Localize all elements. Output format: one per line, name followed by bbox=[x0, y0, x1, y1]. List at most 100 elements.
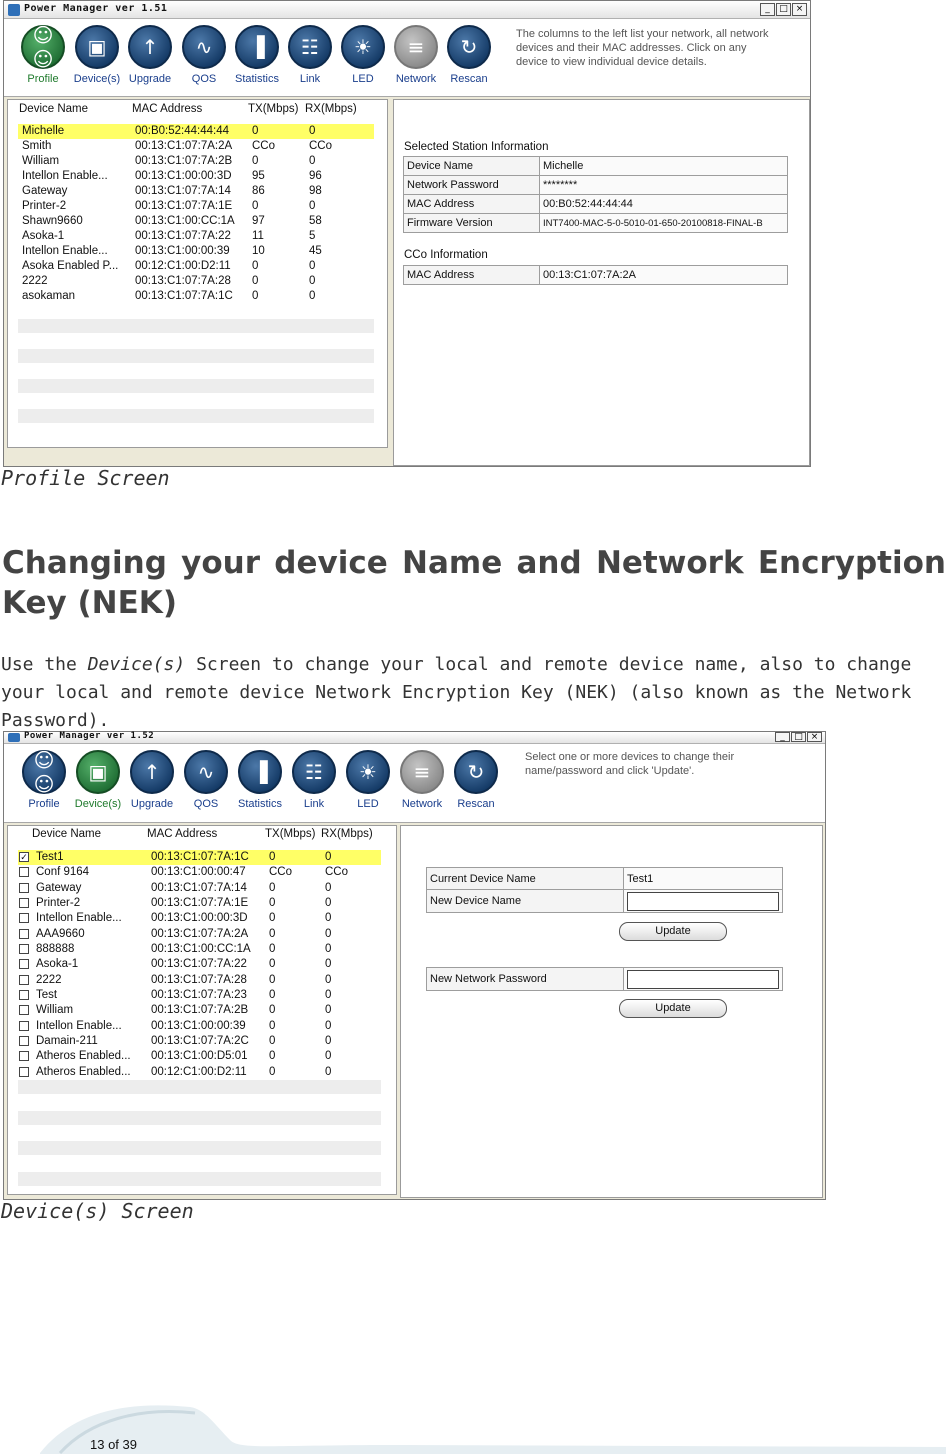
toolbar-profile-button[interactable]: ☺☺ Profile bbox=[18, 748, 70, 810]
row-checkbox[interactable]: ✓ bbox=[19, 852, 29, 862]
table-row[interactable]: Asoka Enabled P... 00:12:C1:00:D2:11 0 0 bbox=[18, 259, 374, 274]
toolbar-led-button[interactable]: ☀ LED bbox=[337, 25, 389, 85]
toolbar-network-button[interactable]: ≡ Network bbox=[390, 25, 442, 85]
toolbar-upgrade-button[interactable]: ↑ Upgrade bbox=[126, 750, 178, 810]
col-mac-address[interactable]: MAC Address bbox=[147, 828, 217, 840]
toolbar-statistics-button[interactable]: ▐ Statistics bbox=[234, 750, 286, 810]
table-row[interactable]: Asoka-1 00:13:C1:07:7A:22 0 0 bbox=[18, 957, 381, 972]
cell-device-name: Printer-2 bbox=[36, 896, 81, 909]
table-row[interactable]: Smith 00:13:C1:07:7A:2A CCo CCo bbox=[18, 139, 374, 154]
toolbar-qos-button[interactable]: ∿ QOS bbox=[178, 25, 230, 85]
table-row[interactable]: Intellon Enable... 00:13:C1:00:00:3D 0 0 bbox=[18, 911, 381, 926]
cell-tx: 0 bbox=[252, 200, 259, 212]
table-row[interactable]: William 00:13:C1:07:7A:2B 0 0 bbox=[18, 154, 374, 169]
table-row[interactable]: Shawn9660 00:13:C1:00:CC:1A 97 58 bbox=[18, 214, 374, 229]
table-row[interactable]: Intellon Enable... 00:13:C1:00:00:39 0 0 bbox=[18, 1019, 381, 1034]
table-row[interactable]: Intellon Enable... 00:13:C1:00:00:39 10 45 bbox=[18, 244, 374, 259]
col-rx[interactable]: RX(Mbps) bbox=[305, 103, 357, 115]
table-row[interactable]: asokaman 00:13:C1:07:7A:1C 0 0 bbox=[18, 289, 374, 304]
row-checkbox[interactable] bbox=[19, 897, 29, 908]
cell-rx: 98 bbox=[309, 185, 322, 197]
table-row[interactable]: Asoka-1 00:13:C1:07:7A:22 11 5 bbox=[18, 229, 374, 244]
row-checkbox[interactable] bbox=[19, 882, 29, 893]
col-device-name[interactable]: Device Name bbox=[19, 103, 88, 115]
toolbar-rescan-button[interactable]: ↻ Rescan bbox=[450, 750, 502, 810]
table-row[interactable]: Gateway 00:13:C1:07:7A:14 86 98 bbox=[18, 184, 374, 199]
toolbar-rescan-button[interactable]: ↻ Rescan bbox=[443, 25, 495, 85]
cell-rx: 0 bbox=[309, 125, 316, 137]
row-checkbox[interactable] bbox=[19, 1035, 29, 1046]
col-device-name[interactable]: Device Name bbox=[32, 828, 101, 840]
toolbar-upgrade-button[interactable]: ↑ Upgrade bbox=[124, 25, 176, 85]
toolbar-devices-button[interactable]: ▣ Device(s) bbox=[72, 750, 124, 810]
cell-device-name: Smith bbox=[22, 140, 52, 152]
table-row[interactable]: AAA9660 00:13:C1:07:7A:2A 0 0 bbox=[18, 927, 381, 942]
toolbar-profile-button[interactable]: ☺☺ Profile bbox=[17, 23, 69, 85]
table-row[interactable]: 2222 00:13:C1:07:7A:28 0 0 bbox=[18, 274, 374, 289]
new-network-password-input[interactable] bbox=[627, 969, 779, 989]
close-button[interactable]: × bbox=[807, 732, 822, 742]
table-row[interactable]: 2222 00:13:C1:07:7A:28 0 0 bbox=[18, 973, 381, 988]
toolbar-qos-button[interactable]: ∿ QOS bbox=[180, 750, 232, 810]
cell-device-name: Michelle bbox=[22, 125, 65, 137]
row-checkbox[interactable] bbox=[19, 913, 29, 924]
new-device-name-input[interactable] bbox=[627, 891, 779, 911]
cell-rx: 58 bbox=[309, 215, 322, 227]
toolbar-devices-button[interactable]: ▣ Device(s) bbox=[71, 25, 123, 85]
table-row[interactable]: Conf 9164 00:13:C1:00:00:47 CCo CCo bbox=[18, 865, 381, 880]
col-tx[interactable]: TX(Mbps) bbox=[265, 828, 315, 840]
table-row[interactable]: Printer-2 00:13:C1:07:7A:1E 0 0 bbox=[18, 896, 381, 911]
cell-mac-address: 00:13:C1:07:7A:28 bbox=[135, 275, 231, 287]
row-checkbox[interactable] bbox=[19, 1051, 29, 1062]
row-checkbox[interactable] bbox=[19, 989, 29, 1000]
devices-icon: ▣ bbox=[75, 25, 119, 69]
app-icon bbox=[8, 4, 20, 16]
cell-rx: 0 bbox=[325, 912, 332, 925]
row-checkbox[interactable] bbox=[19, 959, 29, 970]
cell-mac-address: 00:13:C1:07:7A:1C bbox=[135, 290, 233, 302]
row-checkbox[interactable] bbox=[19, 974, 29, 985]
close-button[interactable]: × bbox=[792, 3, 807, 16]
row-checkbox[interactable] bbox=[19, 943, 29, 954]
cell-device-name: asokaman bbox=[22, 290, 76, 302]
selected-station-title: Selected Station Information bbox=[404, 141, 549, 153]
cell-mac-address: 00:13:C1:00:D5:01 bbox=[151, 1050, 248, 1063]
maximize-button[interactable]: □ bbox=[776, 3, 791, 16]
maximize-button[interactable]: □ bbox=[791, 732, 806, 742]
table-row[interactable]: Gateway 00:13:C1:07:7A:14 0 0 bbox=[18, 881, 381, 896]
cell-tx: CCo bbox=[269, 866, 293, 879]
toolbar-led-button[interactable]: ☀ LED bbox=[342, 750, 394, 810]
row-checkbox[interactable] bbox=[19, 928, 29, 939]
table-row[interactable]: William 00:13:C1:07:7A:2B 0 0 bbox=[18, 1003, 381, 1018]
toolbar-link-button[interactable]: ☷ Link bbox=[288, 750, 340, 810]
table-row[interactable]: Atheros Enabled... 00:13:C1:00:D5:01 0 0 bbox=[18, 1049, 381, 1064]
minimize-button[interactable]: _ bbox=[775, 732, 790, 742]
update-name-button[interactable]: Update bbox=[619, 922, 727, 941]
table-row[interactable]: Michelle 00:B0:52:44:44:44 0 0 bbox=[18, 124, 374, 139]
upgrade-icon: ↑ bbox=[130, 750, 174, 794]
cell-mac-address: 00:13:C1:07:7A:2A bbox=[151, 927, 249, 940]
cell-rx: 0 bbox=[325, 896, 332, 909]
col-mac-address[interactable]: MAC Address bbox=[132, 103, 202, 115]
col-tx[interactable]: TX(Mbps) bbox=[248, 103, 298, 115]
table-row[interactable]: Damain-211 00:13:C1:07:7A:2C 0 0 bbox=[18, 1034, 381, 1049]
toolbar-statistics-button[interactable]: ▐ Statistics bbox=[231, 25, 283, 85]
update-password-button[interactable]: Update bbox=[619, 999, 727, 1018]
row-checkbox[interactable] bbox=[19, 1005, 29, 1016]
table-row[interactable]: Intellon Enable... 00:13:C1:00:00:3D 95 96 bbox=[18, 169, 374, 184]
cell-rx: 45 bbox=[309, 245, 322, 257]
table-row[interactable]: 888888 00:13:C1:00:CC:1A 0 0 bbox=[18, 942, 381, 957]
table-row[interactable]: ✓ Test1 00:13:C1:07:7A:1C 0 0 bbox=[18, 850, 381, 865]
table-row[interactable]: Test 00:13:C1:07:7A:23 0 0 bbox=[18, 988, 381, 1003]
row-checkbox[interactable] bbox=[19, 1020, 29, 1031]
row-checkbox[interactable] bbox=[19, 1066, 29, 1077]
cell-mac-address: 00:13:C1:07:7A:1E bbox=[151, 896, 249, 909]
new-device-name-label: New Device Name bbox=[426, 889, 624, 913]
toolbar-network-button[interactable]: ≡ Network bbox=[396, 750, 448, 810]
table-row[interactable]: Printer-2 00:13:C1:07:7A:1E 0 0 bbox=[18, 199, 374, 214]
col-rx[interactable]: RX(Mbps) bbox=[321, 828, 373, 840]
toolbar-link-button[interactable]: ☷ Link bbox=[284, 25, 336, 85]
minimize-button[interactable]: _ bbox=[760, 3, 775, 16]
table-row[interactable]: Atheros Enabled... 00:12:C1:00:D2:11 0 0 bbox=[18, 1065, 381, 1080]
row-checkbox[interactable] bbox=[19, 867, 29, 878]
